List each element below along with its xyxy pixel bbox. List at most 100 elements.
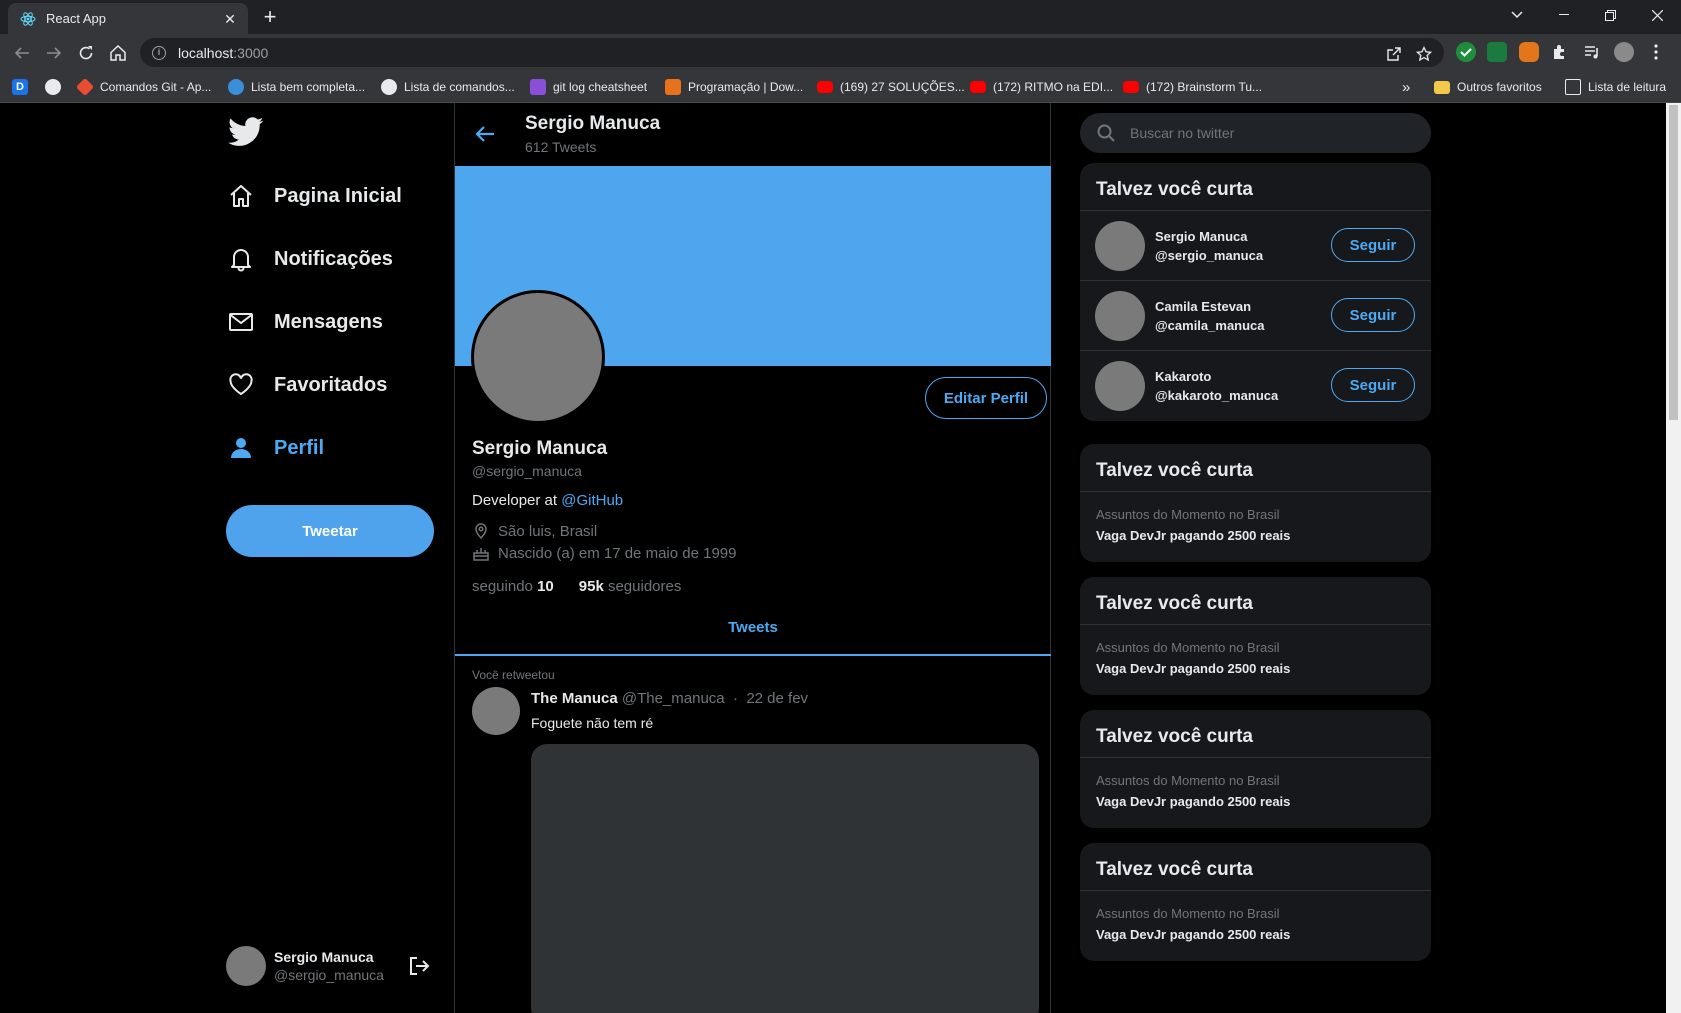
page-scrollbar[interactable] <box>1666 103 1681 1013</box>
bookmark-item[interactable]: git log cheatsheet <box>530 78 647 96</box>
suggestion-name: Sergio Manuca <box>1155 228 1248 244</box>
reload-icon[interactable] <box>74 41 98 65</box>
tweet-text: Foguete não tem ré <box>531 715 654 731</box>
profile-avatar[interactable] <box>471 290 605 424</box>
follow-button[interactable]: Seguir <box>1331 228 1415 262</box>
sidebar-item-messages[interactable]: Mensagens <box>228 302 383 342</box>
bookmark-label: git log cheatsheet <box>553 80 648 94</box>
address-bar[interactable]: i localhost:3000 <box>140 38 1444 67</box>
bio-link[interactable]: @GitHub <box>561 492 623 509</box>
profile-column: Sergio Manuca 612 Tweets Editar Perfil S… <box>455 103 1051 1013</box>
header-name: Sergio Manuca <box>525 113 661 134</box>
bookmark-label: (172) RITMO na EDI... <box>993 80 1114 94</box>
reading-list-label: Lista de leitura <box>1588 80 1667 94</box>
more-bookmarks-button[interactable]: » <box>1402 78 1410 96</box>
bookmark-d-icon: D <box>12 79 28 95</box>
profile-birthdate: Nascido (a) em 17 de maio de 1999 <box>472 544 736 562</box>
site-info-icon[interactable]: i <box>152 45 166 60</box>
trend-category: Assuntos do Momento no Brasil <box>1096 906 1280 921</box>
bookmark-item[interactable]: Lista de comandos... <box>381 78 515 96</box>
account-switcher[interactable]: Sergio Manuca @sergio_manuca <box>226 946 436 986</box>
browser-menu-icon[interactable] <box>1646 42 1666 62</box>
following-count[interactable]: 10 <box>537 578 554 595</box>
forward-nav-icon[interactable] <box>42 41 66 65</box>
other-favorites[interactable]: Outros favoritos <box>1434 78 1542 96</box>
suggestion-row[interactable]: Sergio Manuca @sergio_manuca Seguir <box>1080 211 1431 281</box>
restore-icon[interactable] <box>1587 0 1633 30</box>
sidebar-item-label: Mensagens <box>274 310 383 333</box>
search-icon <box>1097 124 1115 142</box>
follow-button[interactable]: Seguir <box>1331 368 1415 402</box>
tab-search-icon[interactable] <box>1494 0 1540 30</box>
search-box[interactable] <box>1080 113 1431 153</box>
edit-profile-button[interactable]: Editar Perfil <box>925 377 1047 419</box>
profile-handle: @sergio_manuca <box>472 463 582 479</box>
profile-avatar-icon[interactable] <box>1614 42 1634 62</box>
back-nav-icon[interactable] <box>10 41 34 65</box>
youtube-icon <box>817 81 833 93</box>
search-input[interactable] <box>1130 125 1410 141</box>
tweet-media[interactable] <box>531 744 1039 1013</box>
suggestion-row[interactable]: Camila Estevan @camila_manuca Seguir <box>1080 281 1431 351</box>
trend-item[interactable]: Assuntos do Momento no Brasil Vaga DevJr… <box>1080 758 1431 828</box>
tweet-avatar[interactable] <box>472 687 520 735</box>
media-control-icon[interactable] <box>1582 42 1602 62</box>
home-nav-icon[interactable] <box>106 41 130 65</box>
extension-check-icon[interactable] <box>1456 42 1476 62</box>
bookmark-item[interactable] <box>45 78 68 96</box>
bookmark-item[interactable]: D <box>12 78 35 96</box>
folder-icon <box>1434 80 1450 94</box>
tweet-header: The Manuca @The_manuca · 22 de fev <box>531 690 808 707</box>
sidebar-item-home[interactable]: Pagina Inicial <box>228 176 402 216</box>
bookmark-item[interactable]: Comandos Git - Ap... <box>75 77 212 97</box>
extensions-puzzle-icon[interactable] <box>1550 42 1570 62</box>
close-window-icon[interactable] <box>1634 0 1680 30</box>
tweet-author[interactable]: The Manuca <box>531 690 618 707</box>
scrollbar-thumb[interactable] <box>1669 105 1678 420</box>
bookmark-item[interactable]: Programação | Dow... <box>665 78 803 96</box>
tweet-handle: @The_manuca <box>621 690 725 707</box>
bookmark-item[interactable]: (169) 27 SOLUÇÕES... <box>817 78 965 96</box>
logout-icon[interactable] <box>408 955 430 977</box>
account-name: Sergio Manuca <box>274 949 374 965</box>
back-arrow-icon[interactable] <box>473 122 497 146</box>
tab-tweets[interactable]: Tweets <box>455 606 1051 656</box>
github-icon <box>381 79 397 95</box>
sidebar-item-profile[interactable]: Perfil <box>228 428 324 468</box>
trend-item[interactable]: Assuntos do Momento no Brasil Vaga DevJr… <box>1080 891 1431 961</box>
bookmark-item[interactable]: Lista bem completa... <box>228 78 365 96</box>
extension-sheets-icon[interactable] <box>1487 42 1507 62</box>
metamask-icon[interactable] <box>1519 42 1539 62</box>
tweet-button[interactable]: Tweetar <box>226 505 434 557</box>
close-tab-icon[interactable]: ✕ <box>222 11 238 27</box>
bookmark-star-icon[interactable] <box>1414 44 1434 64</box>
tweet-date: 22 de fev <box>746 690 809 707</box>
trend-item[interactable]: Assuntos do Momento no Brasil Vaga DevJr… <box>1080 625 1431 695</box>
url-port: :3000 <box>233 44 269 61</box>
suggestion-row[interactable]: Kakaroto @kakaroto_manuca Seguir <box>1080 351 1431 421</box>
url-host: localhost <box>178 44 234 61</box>
suggestion-handle: @camila_manuca <box>1155 317 1265 333</box>
bookmark-item[interactable]: (172) RITMO na EDI... <box>970 78 1113 96</box>
sidebar-item-favorites[interactable]: Favoritados <box>228 365 387 405</box>
wordpress-icon <box>228 79 244 95</box>
browser-tab-strip: React App ✕ + <box>0 0 1681 34</box>
bookmark-item[interactable]: (172) Brainstorm Tu... <box>1123 78 1262 96</box>
trend-item[interactable]: Assuntos do Momento no Brasil Vaga DevJr… <box>1080 492 1431 562</box>
browser-tab[interactable]: React App ✕ <box>8 3 248 34</box>
trend-category: Assuntos do Momento no Brasil <box>1096 640 1280 655</box>
followers-count[interactable]: 95k <box>579 578 604 595</box>
twitter-logo-icon[interactable] <box>228 117 264 147</box>
bookmark-label: Comandos Git - Ap... <box>100 80 212 94</box>
reading-list[interactable]: Lista de leitura <box>1565 78 1666 96</box>
url-text: localhost:3000 <box>178 45 268 61</box>
avatar <box>1095 290 1145 341</box>
new-tab-icon[interactable]: + <box>258 6 282 30</box>
share-icon[interactable] <box>1384 44 1404 64</box>
sidebar: Pagina Inicial Notificações Mensagens Fa… <box>0 103 455 1013</box>
trend-card: Talvez você curta Assuntos do Momento no… <box>1080 710 1431 828</box>
minimize-icon[interactable] <box>1541 0 1587 30</box>
follow-button[interactable]: Seguir <box>1331 298 1415 332</box>
browser-toolbar: i localhost:3000 <box>0 34 1681 71</box>
sidebar-item-notifications[interactable]: Notificações <box>228 239 393 279</box>
